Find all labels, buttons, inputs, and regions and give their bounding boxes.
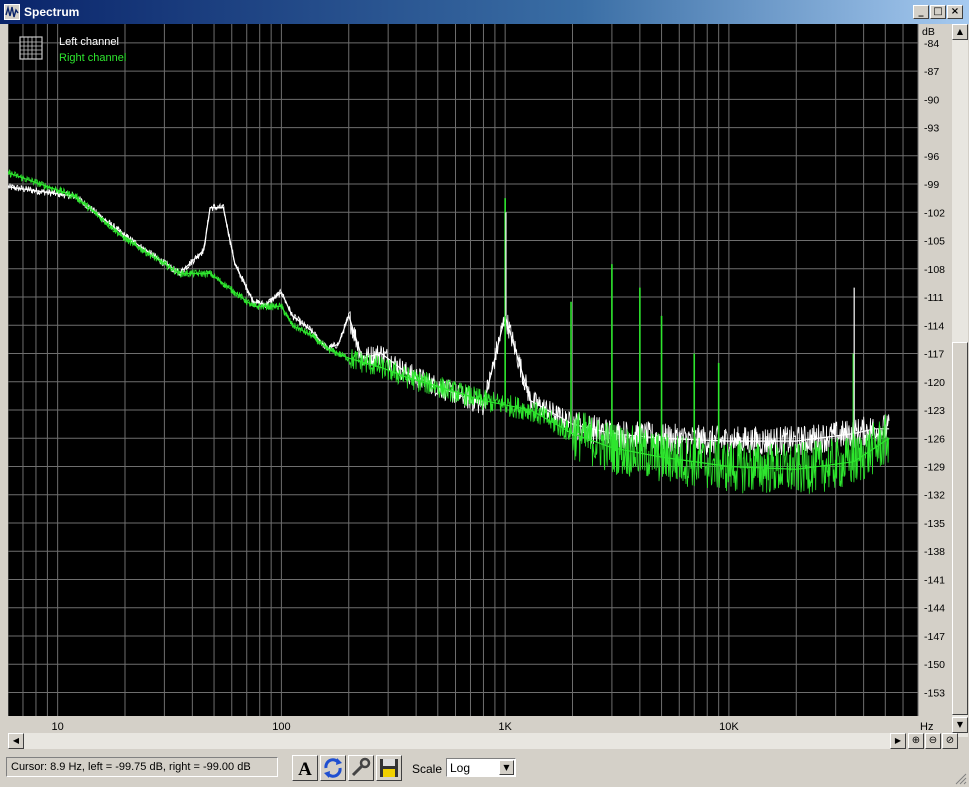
- y-unit-label: dB: [922, 26, 935, 38]
- y-tick-label: -99: [924, 179, 939, 191]
- y-tick-label: -120: [924, 377, 945, 389]
- close-button[interactable]: ×: [947, 5, 963, 19]
- y-tick-label: -132: [924, 490, 945, 502]
- y-tick-label: -108: [924, 264, 945, 276]
- minimize-button[interactable]: _: [913, 5, 929, 19]
- x-tick-label: 1K: [498, 721, 512, 733]
- y-tick-label: -153: [924, 687, 945, 699]
- y-tick-label: -141: [924, 574, 945, 586]
- text-icon: A: [298, 759, 312, 780]
- scroll-right-button[interactable]: ▶: [890, 733, 906, 749]
- svg-text:A: A: [298, 759, 312, 780]
- y-tick-label: -117: [924, 349, 944, 361]
- scroll-up-button[interactable]: ▲: [952, 24, 968, 40]
- y-tick-label: -150: [924, 659, 945, 671]
- window-title: Spectrum: [24, 5, 80, 19]
- cursor-readout: Cursor: 8.9 Hz, left = -99.75 dB, right …: [6, 757, 278, 777]
- y-tick-label: -93: [924, 123, 939, 135]
- y-axis-labels: -84 -87 -90 -93 -96 -99 -102 -105 -108 -111 -114 -1…: [922, 26, 945, 699]
- x-tick-label: 100: [272, 721, 290, 733]
- spectrum-plot[interactable]: -84 -87 -90 -93 -96 -99 -102 -105 -108 -111 -114 -1…: [8, 24, 952, 733]
- scroll-left-button[interactable]: ◀: [8, 733, 24, 749]
- x-tick-label: 10K: [719, 721, 739, 733]
- refresh-button[interactable]: [320, 755, 346, 781]
- y-tick-label: -87: [924, 66, 939, 78]
- scale-select[interactable]: Log ▼: [446, 758, 516, 777]
- y-tick-label: -123: [924, 405, 945, 417]
- text-button[interactable]: A: [292, 755, 318, 781]
- y-tick-label: -126: [924, 433, 945, 445]
- legend-right-channel: Right channel: [59, 52, 126, 64]
- y-tick-label: -138: [924, 546, 945, 558]
- y-tick-label: -84: [924, 38, 939, 50]
- zoom-out-button[interactable]: ⊖: [925, 733, 941, 749]
- app-waveform-icon: [4, 4, 20, 20]
- wrench-icon: [351, 757, 371, 777]
- y-tick-label: -90: [924, 94, 939, 106]
- x-axis-labels: 10 100 1K 10K Hz: [52, 721, 934, 733]
- legend-left-channel: Left channel: [59, 36, 119, 48]
- y-tick-label: -144: [924, 603, 945, 615]
- title-bar: Spectrum _ □ ×: [0, 0, 969, 24]
- floppy-disk-icon: [380, 759, 398, 777]
- y-tick-label: -111: [924, 292, 944, 304]
- refresh-icon: [324, 758, 342, 778]
- settings-button[interactable]: [348, 755, 374, 781]
- scale-select-value: Log: [450, 761, 471, 775]
- y-tick-label: -96: [924, 151, 939, 163]
- y-tick-label: -129: [924, 462, 945, 474]
- zoom-in-button[interactable]: ⊕: [908, 733, 924, 749]
- x-unit-label: Hz: [920, 721, 933, 733]
- scroll-down-button[interactable]: ▼: [952, 717, 968, 733]
- chevron-down-icon[interactable]: ▼: [499, 760, 514, 775]
- scale-label: Scale: [412, 762, 443, 776]
- horizontal-scrollbar[interactable]: [8, 733, 906, 749]
- x-tick-label: 10: [52, 721, 64, 733]
- y-tick-label: -147: [924, 631, 945, 643]
- maximize-button[interactable]: □: [930, 5, 946, 19]
- legend-grid-icon[interactable]: [19, 36, 43, 60]
- y-tick-label: -105: [924, 236, 945, 248]
- zoom-reset-button[interactable]: ⊘: [942, 733, 958, 749]
- save-button[interactable]: [376, 755, 402, 781]
- vertical-scroll-thumb[interactable]: [952, 342, 968, 715]
- y-tick-label: -102: [924, 207, 945, 219]
- y-tick-label: -114: [924, 320, 944, 332]
- resize-grip-icon[interactable]: [955, 773, 967, 785]
- y-tick-label: -135: [924, 518, 945, 530]
